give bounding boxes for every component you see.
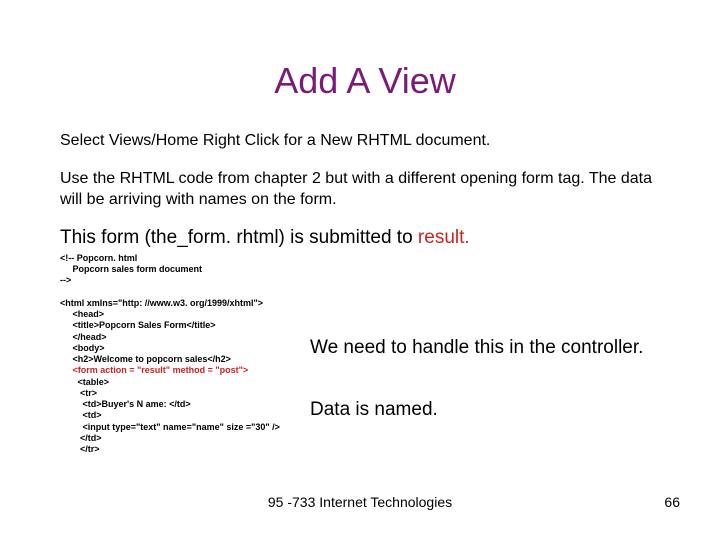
footer-page-number: 66 [664, 494, 680, 510]
paragraph-2: Use the RHTML code from chapter 2 but wi… [60, 168, 670, 211]
bigline-text: This form (the_form. rhtml) is submitted… [60, 227, 418, 248]
footer-course: 95 -733 Internet Technologies [0, 494, 720, 510]
paragraph-1: Select Views/Home Right Click for a New … [60, 130, 670, 152]
annotation-controller: We need to handle this in the controller… [310, 337, 643, 359]
code-red-line: <form action = "result" method = "post"> [73, 365, 249, 375]
slide: Add A View Select Views/Home Right Click… [0, 0, 720, 540]
code-part-2: <table> <tr> <td>Buyer's N ame: </td> <t… [60, 377, 280, 455]
form-submit-line: This form (the_form. rhtml) is submitted… [60, 227, 670, 249]
code-part-1: <!-- Popcorn. html Popcorn sales form do… [60, 253, 263, 376]
bigline-keyword: result. [418, 227, 470, 248]
slide-title: Add A View [60, 60, 670, 102]
annotation-data-named: Data is named. [310, 399, 438, 421]
